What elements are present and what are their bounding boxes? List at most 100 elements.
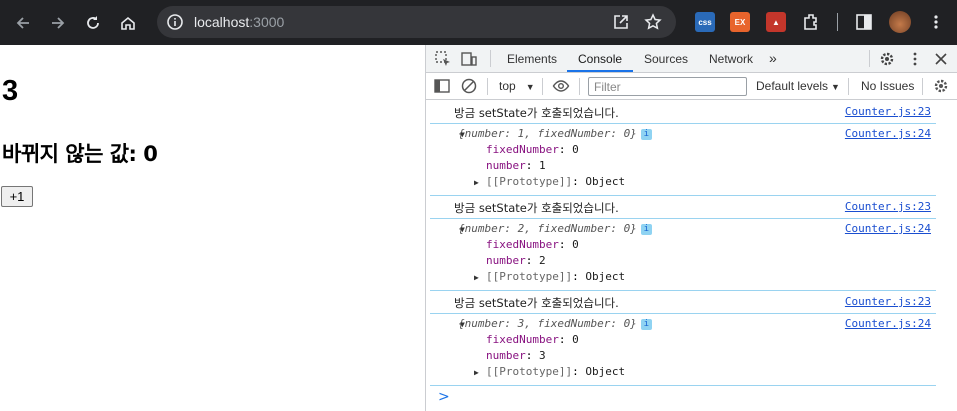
device-toolbar-icon[interactable] [460, 50, 478, 68]
issues-counter[interactable]: No Issues [861, 79, 914, 93]
tab-console[interactable]: Console [578, 52, 622, 66]
close-icon[interactable] [932, 50, 950, 68]
context-label: top [499, 79, 516, 93]
toolbar-separator [487, 78, 488, 95]
object-property: number: 1 [486, 159, 546, 172]
reload-icon [87, 15, 99, 29]
console-settings-icon[interactable] [932, 77, 950, 95]
site-info-icon[interactable] [166, 13, 184, 31]
profile-avatar[interactable] [889, 11, 911, 33]
property-value: 0 [572, 238, 579, 251]
back-icon [16, 16, 29, 29]
object-prototype[interactable]: ▶ [[Prototype]]: Object [430, 270, 936, 286]
counter-value: 3 [2, 75, 19, 107]
source-link[interactable]: Counter.js:23 [845, 200, 931, 213]
object-property: fixedNumber: 0 [486, 238, 579, 251]
prototype-value: Object [585, 270, 626, 283]
property-key: number [486, 254, 526, 267]
eye-icon[interactable] [552, 77, 570, 95]
menu-icon[interactable] [927, 13, 945, 31]
console-object: ▼ {number: 2, fixedNumber: 0} i Counter.js… [430, 219, 936, 291]
home-button[interactable] [115, 10, 141, 36]
extensions-icon[interactable] [801, 12, 821, 32]
object-preview: {number: 2, fixedNumber: 0} [458, 222, 637, 235]
sidebar-toggle-icon[interactable] [433, 77, 451, 95]
back-button[interactable] [10, 10, 36, 36]
info-icon[interactable]: i [640, 318, 652, 330]
ex-extension-icon[interactable]: EX [730, 12, 750, 32]
source-link[interactable]: Counter.js:23 [845, 105, 931, 118]
toolbar-divider [837, 13, 838, 31]
property-key: number [486, 159, 526, 172]
object-property: fixedNumber: 0 [486, 143, 579, 156]
devtools-tabbar: Elements Console Sources Network » [426, 45, 957, 73]
toolbar-separator [848, 78, 849, 95]
context-selector[interactable]: top ▼ [499, 79, 535, 93]
source-link[interactable]: Counter.js:24 [845, 317, 931, 330]
dropdown-arrow-icon: ▼ [525, 82, 535, 92]
devtools-panel: Elements Console Sources Network » top ▼ … [425, 45, 957, 411]
collapsed-triangle-icon[interactable]: ▶ [474, 178, 479, 187]
tab-network[interactable]: Network [709, 52, 753, 66]
dropdown-arrow-icon: ▼ [831, 82, 840, 92]
default-levels-dropdown[interactable]: Default levels ▼ [756, 79, 840, 93]
console-message: 방금 setState가 호출되었습니다. Counter.js:23 [430, 196, 936, 219]
object-prototype[interactable]: ▶ [[Prototype]]: Object [430, 365, 936, 381]
collapsed-triangle-icon[interactable]: ▶ [474, 368, 479, 377]
bookmark-star-icon[interactable] [644, 13, 662, 31]
console-prompt[interactable]: > [438, 389, 450, 405]
prototype-key: [[Prototype]] [486, 270, 573, 283]
property-key: fixedNumber [486, 143, 559, 156]
clear-console-icon[interactable] [460, 77, 478, 95]
forward-button[interactable] [45, 10, 71, 36]
inspect-icon[interactable] [434, 50, 452, 68]
share-icon[interactable] [612, 13, 630, 31]
game-extension-icon[interactable]: ▲ [766, 12, 786, 32]
url-text: localhost:3000 [194, 14, 284, 30]
property-value: 1 [539, 159, 546, 172]
reload-button[interactable] [80, 10, 106, 36]
property-value: 3 [539, 349, 546, 362]
css-extension-icon[interactable]: css [695, 12, 715, 32]
object-prototype[interactable]: ▶ [[Prototype]]: Object [430, 175, 936, 191]
active-tab-indicator [567, 70, 633, 72]
info-icon[interactable]: i [640, 223, 652, 235]
prototype-key: [[Prototype]] [486, 175, 573, 188]
address-bar[interactable]: localhost:3000 [157, 6, 676, 38]
source-link[interactable]: Counter.js:23 [845, 295, 931, 308]
increment-button[interactable]: +1 [1, 186, 33, 207]
source-link[interactable]: Counter.js:24 [845, 222, 931, 235]
levels-label: Default levels [756, 79, 829, 93]
prototype-key: [[Prototype]] [486, 365, 573, 378]
source-link[interactable]: Counter.js:24 [845, 127, 931, 140]
console-toolbar: top ▼ Filter Default levels ▼ No Issues [426, 73, 957, 100]
property-value: 0 [572, 143, 579, 156]
console-message: 방금 setState가 호출되었습니다. Counter.js:23 [430, 101, 936, 124]
more-tabs-icon[interactable]: » [769, 50, 777, 66]
more-options-icon[interactable] [906, 50, 924, 68]
tab-elements[interactable]: Elements [507, 52, 557, 66]
tab-sources[interactable]: Sources [644, 52, 688, 66]
toolbar-separator [579, 78, 580, 95]
expand-triangle-icon[interactable]: ▼ [460, 225, 465, 234]
tab-separator [869, 50, 870, 67]
side-panel-icon[interactable] [855, 13, 873, 31]
filter-input[interactable]: Filter [588, 77, 747, 96]
expand-triangle-icon[interactable]: ▼ [460, 320, 465, 329]
property-value: 2 [539, 254, 546, 267]
object-property: number: 3 [486, 349, 546, 362]
object-preview: {number: 3, fixedNumber: 0} [458, 317, 637, 330]
toolbar-separator [922, 78, 923, 95]
settings-icon[interactable] [878, 50, 896, 68]
console-object: ▼ {number: 1, fixedNumber: 0} i Counter.js… [430, 124, 936, 196]
url-port: :3000 [249, 14, 285, 30]
collapsed-triangle-icon[interactable]: ▶ [474, 273, 479, 282]
property-value: 0 [572, 333, 579, 346]
info-icon[interactable]: i [640, 128, 652, 140]
prototype-value: Object [585, 365, 626, 378]
object-property: fixedNumber: 0 [486, 333, 579, 346]
expand-triangle-icon[interactable]: ▼ [460, 130, 465, 139]
tab-separator [490, 50, 491, 67]
console-message: 방금 setState가 호출되었습니다. Counter.js:23 [430, 291, 936, 314]
property-key: fixedNumber [486, 238, 559, 251]
